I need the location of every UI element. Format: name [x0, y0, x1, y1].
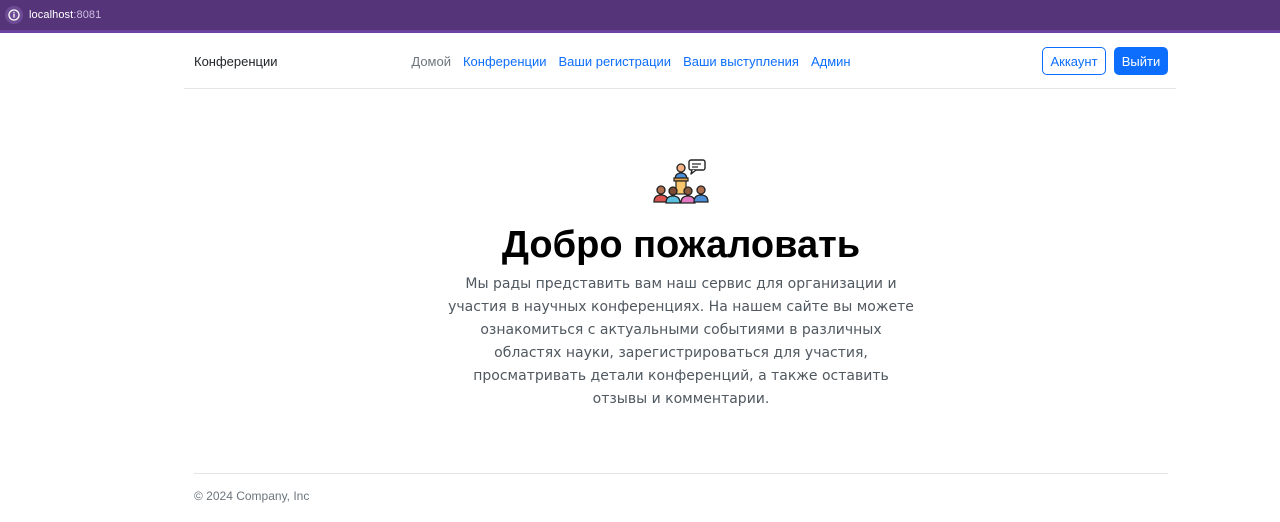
hero-description: Мы рады представить вам наш сервис для о… [448, 276, 914, 407]
logout-button[interactable]: Выйти [1114, 47, 1168, 75]
url-text[interactable]: localhost:8081 [29, 9, 101, 21]
navbar: Конференции Домой Конференции Ваши регис… [184, 34, 1176, 89]
hero-title: Добро пожаловать [501, 224, 861, 266]
conference-speaker-icon [652, 158, 710, 206]
nav-link-conferences[interactable]: Конференции [463, 54, 547, 69]
footer-copyright: © 2024 Company, Inc [194, 489, 310, 503]
url-host: localhost [29, 9, 74, 21]
nav-spacer [863, 54, 949, 69]
nav-link-registrations[interactable]: Ваши регистрации [559, 54, 672, 69]
nav-link-admin[interactable]: Админ [811, 54, 851, 69]
nav-link-home[interactable]: Домой [411, 54, 451, 69]
browser-address-bar[interactable]: localhost:8081 [0, 0, 1280, 33]
footer-divider [194, 473, 1168, 474]
site-info-icon[interactable] [5, 6, 23, 24]
url-port: :8081 [73, 9, 102, 21]
account-button[interactable]: Аккаунт [1042, 47, 1106, 75]
nav-link-talks[interactable]: Ваши выступления [683, 54, 799, 69]
nav-links: Домой Конференции Ваши регистрации Ваши … [184, 54, 1176, 69]
